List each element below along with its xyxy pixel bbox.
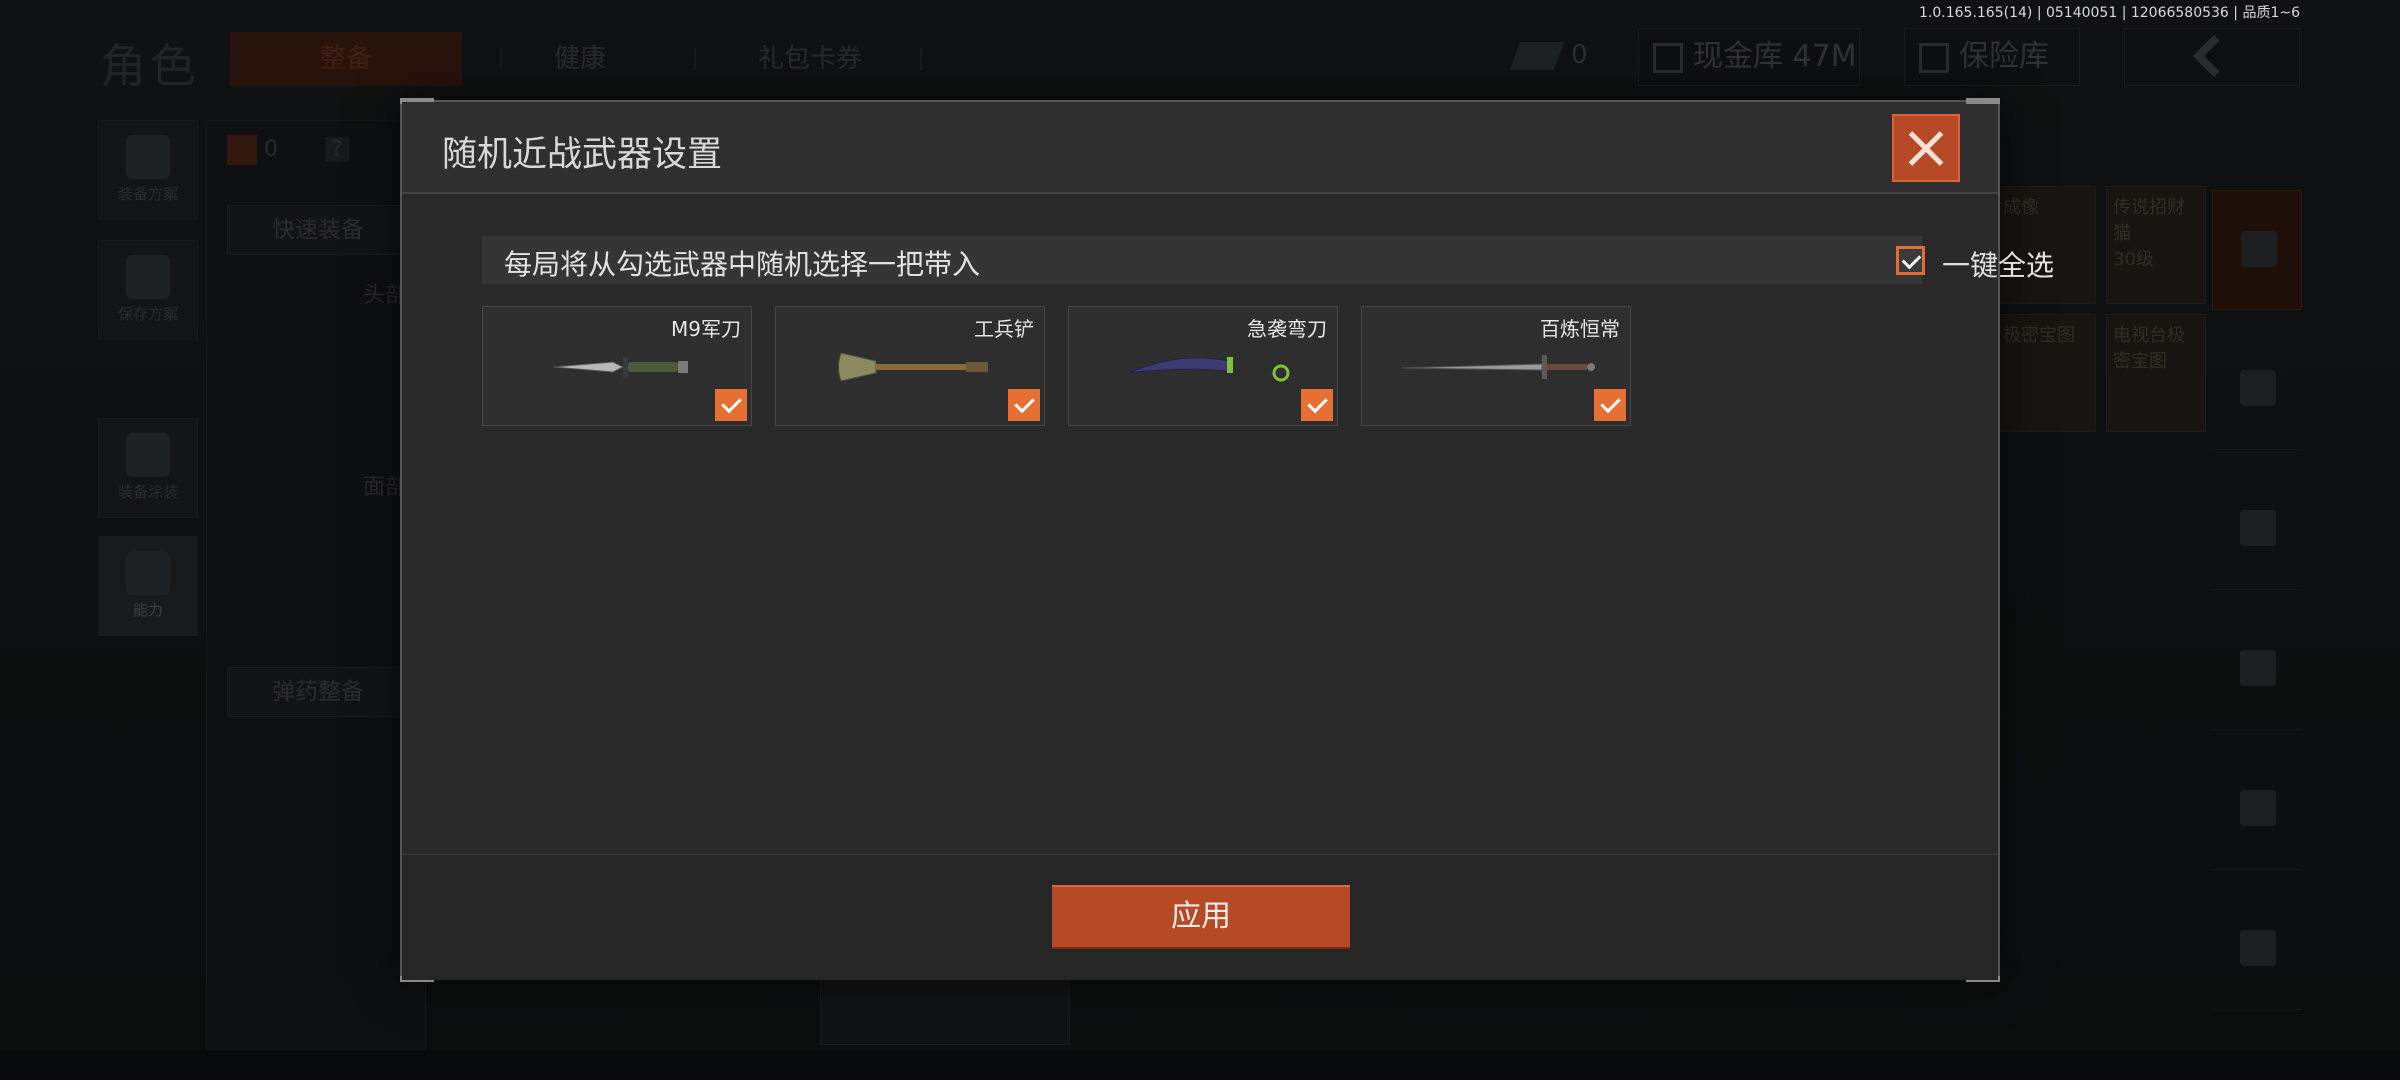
instruction-text: 每局将从勾选武器中随机选择一把带入: [504, 248, 981, 281]
weapon-checkbox[interactable]: [715, 389, 747, 421]
instruction-banner: 每局将从勾选武器中随机选择一把带入 一键全选: [482, 236, 2054, 284]
dialog-footer: 应用: [402, 854, 1998, 980]
weapon-name: 工兵铲: [974, 317, 1034, 341]
random-melee-dialog: 随机近战武器设置 每局将从勾选武器中随机选择一把带入 一键全选 M9军刀 工兵铲…: [400, 98, 2054, 982]
weapon-card-m9[interactable]: M9军刀: [482, 306, 752, 426]
sword-icon: [1402, 355, 1595, 379]
version-text: 1.0.165.165(14) | 05140051 | 12066580536…: [1919, 5, 2300, 21]
knife-icon: [552, 357, 688, 377]
weapon-card-sword[interactable]: 百炼恒常: [1361, 306, 1631, 426]
weapon-name: 百炼恒常: [1540, 317, 1620, 341]
weapon-card-shovel[interactable]: 工兵铲: [775, 306, 1045, 426]
weapon-checkbox[interactable]: [1008, 389, 1040, 421]
weapon-name: M9军刀: [671, 317, 741, 341]
dialog-body: 每局将从勾选武器中随机选择一把带入 一键全选 M9军刀 工兵铲 急袭弯刀 百炼恒…: [402, 194, 2054, 854]
close-button[interactable]: [1892, 114, 1960, 182]
weapon-checkbox[interactable]: [1594, 389, 1626, 421]
weapon-name: 急袭弯刀: [1247, 317, 1327, 341]
shovel-icon: [838, 352, 988, 382]
dialog-title: 随机近战武器设置: [442, 135, 723, 175]
dialog-header: 随机近战武器设置: [402, 102, 1998, 194]
weapon-checkbox[interactable]: [1301, 389, 1333, 421]
apply-button[interactable]: 应用: [1052, 885, 1350, 949]
select-all-label: 一键全选: [1942, 249, 2055, 282]
weapon-card-karambit[interactable]: 急袭弯刀: [1068, 306, 1338, 426]
checkbox-checked-icon: [1896, 246, 1925, 275]
karambit-icon: [1128, 357, 1290, 382]
